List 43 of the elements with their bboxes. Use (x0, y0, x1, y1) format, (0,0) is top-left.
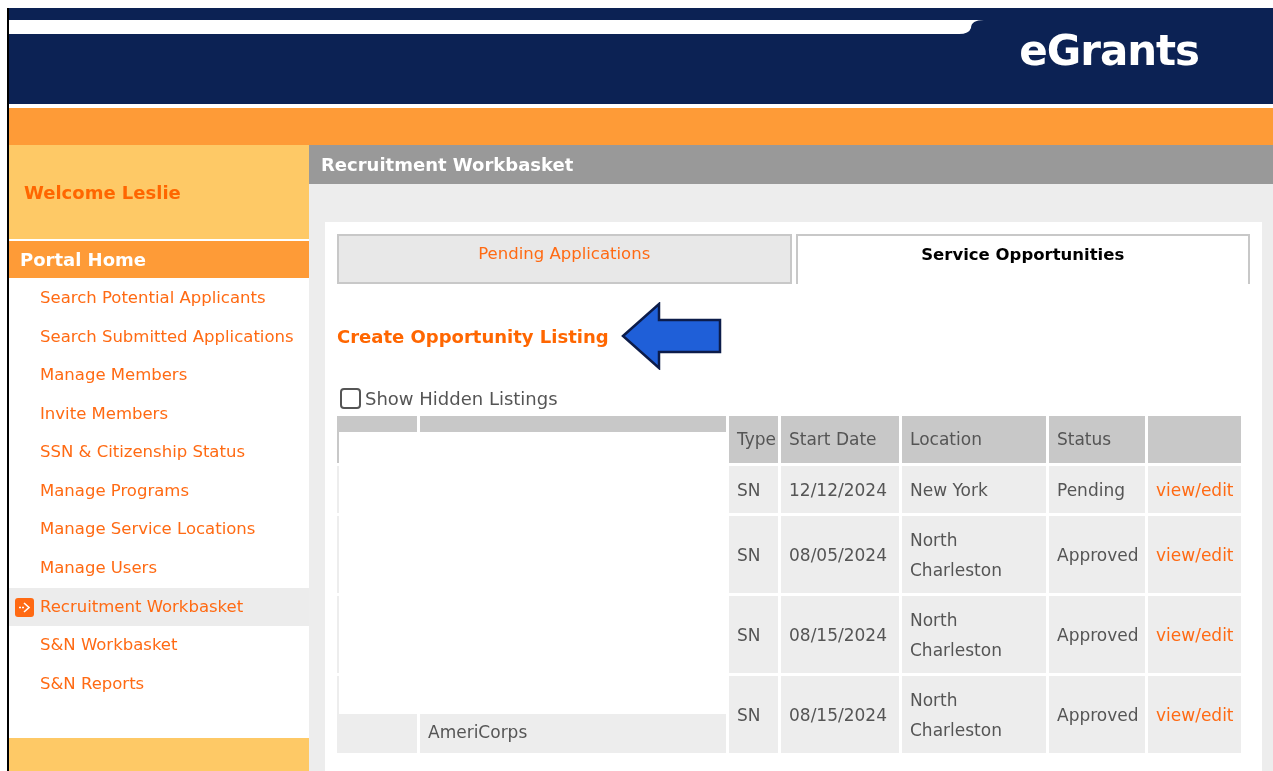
view-link[interactable]: view (1156, 539, 1196, 570)
portal-home-header[interactable]: Portal Home (9, 241, 309, 278)
header-cell: Type (729, 416, 778, 463)
table-cell: SN (729, 516, 778, 593)
table-cell: 08/15/2024 (781, 676, 899, 753)
header-cell: Status (1049, 416, 1145, 463)
create-listing-link[interactable]: Create Opportunity Listing (337, 322, 609, 350)
table-cell: North Charleston (902, 516, 1046, 593)
table-cell: North Charleston (902, 596, 1046, 673)
table-cell: New York (902, 466, 1046, 513)
table-cell: SN (729, 676, 778, 753)
header-cell: Start Date (781, 416, 899, 463)
table-cell: Pending (1049, 466, 1145, 513)
edit-link[interactable]: edit (1200, 699, 1234, 730)
view-link[interactable]: view (1156, 619, 1196, 650)
table-cell: Approved (1049, 596, 1145, 673)
logo: eGrants (1019, 30, 1199, 72)
edit-link[interactable]: edit (1200, 539, 1234, 570)
link-separator: / (1195, 623, 1201, 647)
checkbox-label: Show Hidden Listings (365, 386, 558, 411)
table-cell: 08/15/2024 (781, 596, 899, 673)
table-cell: 08/05/2024 (781, 516, 899, 593)
welcome-text: Welcome Leslie (24, 180, 181, 205)
table-cell: North Charleston (902, 676, 1046, 753)
link-separator: / (1195, 543, 1201, 567)
link-separator: / (1195, 478, 1201, 502)
view-link[interactable]: view (1156, 699, 1196, 730)
edit-link[interactable]: edit (1200, 619, 1234, 650)
table-cell: Approved (1049, 676, 1145, 753)
table-cell: SN (729, 596, 778, 673)
tab[interactable]: Pending Applications (337, 234, 792, 284)
sidebar-item[interactable]: Recruitment Workbasket (9, 587, 309, 627)
table-cell: 12/12/2024 (781, 466, 899, 513)
view-link[interactable]: view (1156, 474, 1196, 505)
checkbox[interactable] (340, 387, 361, 409)
tab[interactable]: Service Opportunities (795, 234, 1250, 284)
page-title: Recruitment Workbasket (321, 153, 574, 177)
table-cell: SN (729, 466, 778, 513)
link-separator: / (1195, 703, 1201, 727)
left-arrow-icon (620, 302, 723, 370)
edit-link[interactable]: edit (1200, 474, 1234, 505)
table-cell: Approved (1049, 516, 1145, 593)
header-cell: Location (902, 416, 1046, 463)
